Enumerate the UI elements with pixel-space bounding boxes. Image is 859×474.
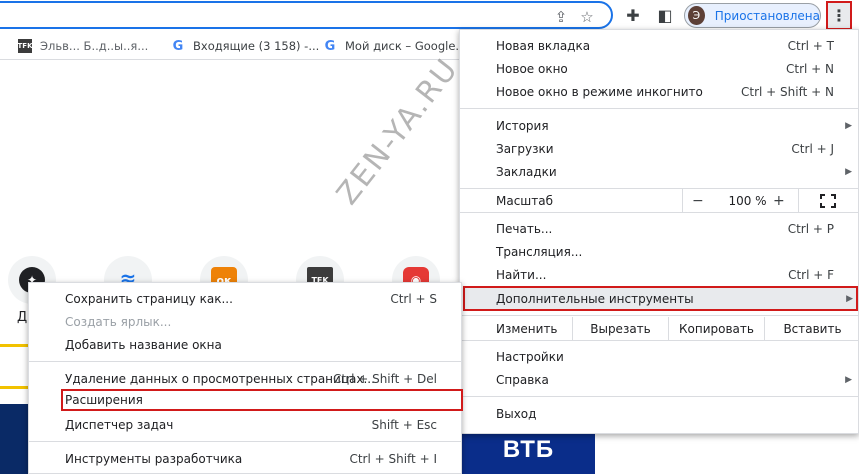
zoom-in-button[interactable]: + <box>773 193 785 209</box>
fullscreen-icon[interactable] <box>820 193 836 208</box>
divider <box>682 189 683 212</box>
chevron-right-icon: ▶ <box>845 166 852 177</box>
menu-item-settings[interactable]: Настройки <box>460 345 858 368</box>
tile-label: Д <box>17 310 28 325</box>
chevron-right-icon: ▶ <box>846 293 853 304</box>
bookmark-label: Эльв... Б..д..ы..я... <box>40 39 149 53</box>
chrome-main-menu: Новая вкладка Ctrl + T Новое окно Ctrl +… <box>459 29 859 434</box>
menu-item-cast[interactable]: Трансляция... <box>460 240 858 263</box>
zoom-level: 100 % <box>728 193 767 208</box>
browser-toolbar: ⇪ ☆ ✚ ◧ Э Приостановлена ⋮ <box>0 0 859 32</box>
banner[interactable] <box>0 404 30 474</box>
profile-button[interactable]: Э Приостановлена <box>684 3 821 28</box>
divider <box>0 344 30 347</box>
menu-item-save-page[interactable]: Сохранить страницу как... Ctrl + S <box>29 287 461 310</box>
menu-item-edit: Изменить Вырезать Копировать Вставить <box>460 317 858 340</box>
bookmark-item[interactable]: G Входящие (3 158) -... <box>171 38 320 54</box>
profile-status: Приостановлена <box>714 8 820 23</box>
menu-item-clear-data[interactable]: Удаление данных о просмотренных страница… <box>29 367 461 390</box>
side-panel-icon[interactable]: ◧ <box>655 5 675 25</box>
menu-separator <box>460 108 858 109</box>
menu-item-incognito[interactable]: Новое окно в режиме инкогнито Ctrl + Shi… <box>460 80 858 103</box>
more-tools-submenu: Сохранить страницу как... Ctrl + S Созда… <box>28 282 463 474</box>
zoom-out-button[interactable]: − <box>692 193 704 209</box>
chevron-right-icon: ▶ <box>845 374 852 385</box>
copy-button[interactable]: Копировать <box>668 317 764 340</box>
avatar: Э <box>688 6 705 25</box>
menu-item-print[interactable]: Печать... Ctrl + P <box>460 217 858 240</box>
menu-item-bookmarks[interactable]: Закладки ▶ <box>460 160 858 183</box>
bookmark-label: Входящие (3 158) -... <box>193 39 320 53</box>
divider <box>798 189 799 212</box>
menu-item-devtools[interactable]: Инструменты разработчика Ctrl + Shift + … <box>29 447 461 470</box>
star-icon[interactable]: ☆ <box>578 8 596 26</box>
cut-button[interactable]: Вырезать <box>572 317 668 340</box>
address-bar[interactable]: ⇪ ☆ <box>0 1 613 29</box>
menu-item-extensions[interactable]: Расширения <box>61 389 463 411</box>
menu-item-new-tab[interactable]: Новая вкладка Ctrl + T <box>460 34 858 57</box>
extensions-icon[interactable]: ✚ <box>623 5 643 25</box>
menu-item-history[interactable]: История ▶ <box>460 114 858 137</box>
menu-item-exit[interactable]: Выход <box>460 402 858 425</box>
bookmark-item[interactable]: G Мой диск – Google... <box>323 38 467 54</box>
menu-separator <box>29 361 461 362</box>
menu-separator <box>460 315 858 316</box>
menu-item-name-window[interactable]: Добавить название окна <box>29 333 461 356</box>
menu-item-task-manager[interactable]: Диспетчер задач Shift + Esc <box>29 413 461 436</box>
chevron-right-icon: ▶ <box>845 120 852 131</box>
bookmark-item[interactable]: TFK Эльв... Б..д..ы..я... <box>18 38 148 54</box>
divider <box>0 386 30 389</box>
google-icon: G <box>172 38 184 54</box>
google-icon: G <box>324 38 336 54</box>
more-vert-icon[interactable]: ⋮ <box>826 1 852 30</box>
menu-separator <box>460 212 858 213</box>
menu-item-new-window[interactable]: Новое окно Ctrl + N <box>460 57 858 80</box>
menu-item-find[interactable]: Найти... Ctrl + F <box>460 263 858 286</box>
menu-item-zoom: Масштаб − 100 % + <box>460 189 858 212</box>
paste-button[interactable]: Вставить <box>764 317 859 340</box>
menu-item-more-tools[interactable]: Дополнительные инструменты ▶ <box>463 286 858 311</box>
bookmark-label: Мой диск – Google... <box>345 39 467 53</box>
tfk-icon: TFK <box>18 39 33 53</box>
menu-item-help[interactable]: Справка ▶ <box>460 368 858 391</box>
menu-separator <box>460 340 858 341</box>
menu-item-create-shortcut[interactable]: Создать ярлык... <box>29 310 461 333</box>
share-icon[interactable]: ⇪ <box>552 8 570 26</box>
menu-item-downloads[interactable]: Загрузки Ctrl + J <box>460 137 858 160</box>
menu-separator <box>460 396 858 397</box>
menu-separator <box>29 441 461 442</box>
